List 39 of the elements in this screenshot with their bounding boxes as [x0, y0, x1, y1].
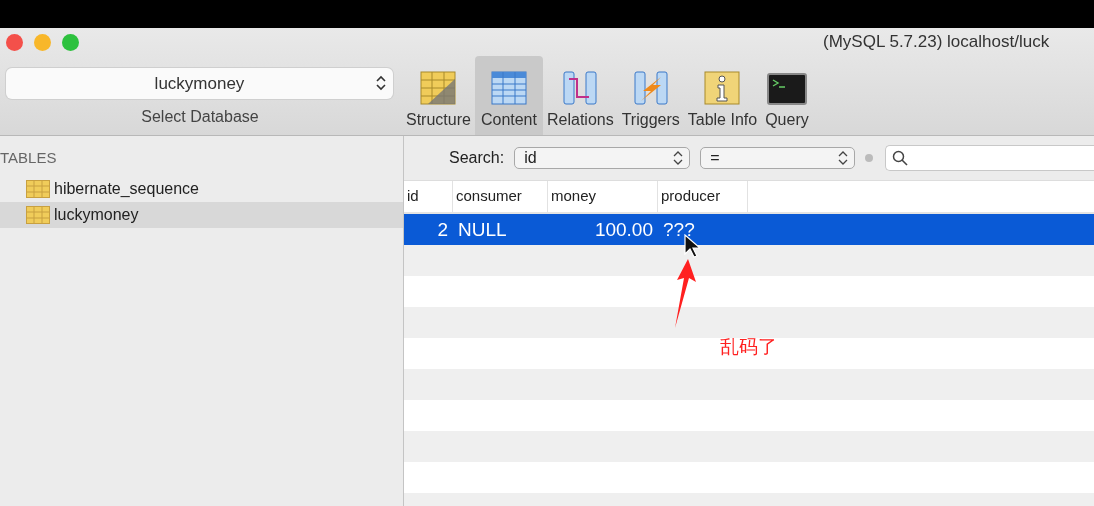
toolbar-button[interactable]: Relations: [542, 56, 618, 135]
operator-dropdown[interactable]: =: [700, 147, 856, 169]
table-list-item[interactable]: hibernate_sequence: [0, 176, 403, 202]
table-list-item[interactable]: luckymoney: [0, 202, 403, 228]
close-button[interactable]: [6, 33, 23, 51]
toolbar-button[interactable]: Structure: [402, 56, 475, 135]
trigger-icon: [632, 71, 669, 105]
search-icon: [892, 150, 909, 166]
toolbar-button[interactable]: Query: [761, 56, 813, 135]
status-dot-icon: [865, 154, 874, 162]
window-title: (MySQL 5.7.23) localhost/luck: [823, 32, 1050, 52]
toolbar-button[interactable]: Triggers: [617, 56, 684, 135]
annotation-text: 乱码了: [720, 335, 777, 359]
toolbar-button[interactable]: Content: [474, 56, 543, 135]
search-field[interactable]: [885, 145, 1094, 171]
updown-icon: [673, 151, 684, 165]
table-icon: [490, 71, 527, 105]
select-database-label: Select Database: [141, 108, 259, 126]
search-label: Search:: [449, 149, 505, 167]
minimize-button[interactable]: [34, 33, 51, 51]
table-icon: [420, 71, 457, 105]
column-header[interactable]: id: [404, 181, 453, 212]
info-icon: [704, 71, 741, 105]
updown-icon: [375, 74, 387, 92]
column-header[interactable]: consumer: [453, 181, 548, 212]
tables-heading: TABLES: [0, 148, 58, 168]
toolbar-button[interactable]: Table Info: [683, 56, 762, 135]
table-icon: [26, 206, 50, 224]
terminal-icon: [766, 73, 807, 105]
updown-icon: [838, 151, 849, 165]
relations-icon: [562, 71, 599, 105]
zoom-button[interactable]: [62, 33, 79, 51]
table-row[interactable]: 2 NULL 100.00 ???: [404, 214, 1094, 245]
mouse-pointer-icon: [684, 234, 700, 258]
field-dropdown[interactable]: id: [514, 147, 691, 169]
table-icon: [26, 180, 50, 198]
column-header[interactable]: producer: [658, 181, 748, 212]
column-header[interactable]: money: [548, 181, 658, 212]
database-dropdown[interactable]: luckymoney: [6, 68, 393, 99]
